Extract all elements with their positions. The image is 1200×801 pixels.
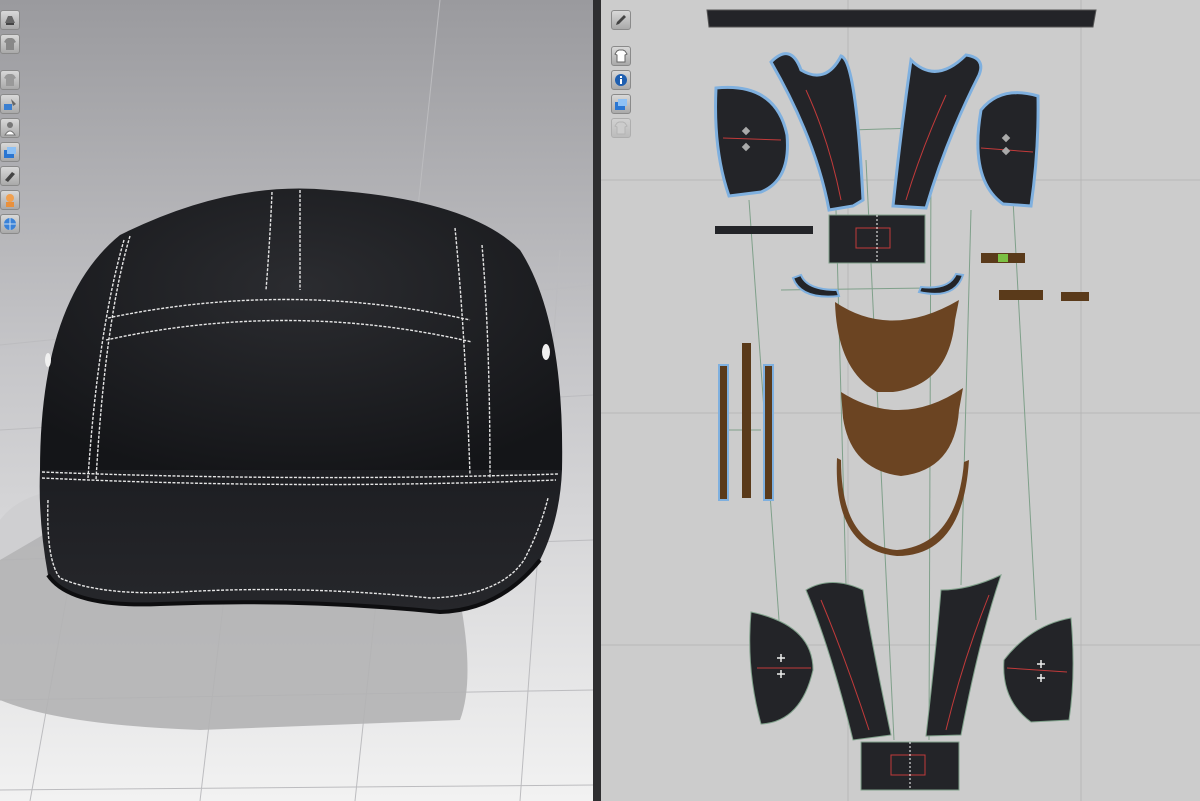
tab-piece[interactable]	[1061, 292, 1089, 301]
vertical-strip-piece[interactable]	[742, 343, 751, 498]
vertical-strip-piece[interactable]	[718, 364, 729, 501]
app-window	[0, 0, 1200, 801]
garment-display-icon[interactable]	[0, 10, 20, 30]
shirt-icon[interactable]	[611, 46, 631, 66]
strap-piece[interactable]	[715, 226, 813, 234]
fabric-view-icon[interactable]	[0, 142, 20, 162]
2d-pattern-viewport[interactable]	[601, 0, 1200, 801]
sweatband-piece[interactable]	[706, 9, 1097, 28]
info-icon[interactable]	[611, 70, 631, 90]
garment-disabled-icon	[611, 118, 631, 138]
texture-icon[interactable]	[0, 94, 20, 114]
vertical-strip-piece[interactable]	[763, 364, 774, 501]
shirt-icon[interactable]	[0, 34, 20, 54]
globe-icon[interactable]	[0, 214, 20, 234]
avatar-display-icon[interactable]	[0, 70, 20, 90]
skin-icon[interactable]	[0, 190, 20, 210]
avatar-pose-icon[interactable]	[0, 118, 20, 138]
3d-viewport[interactable]	[0, 0, 593, 801]
tab-piece[interactable]	[999, 290, 1043, 300]
2d-pattern-scene	[601, 0, 1200, 801]
2d-toolbar	[611, 10, 631, 138]
view-divider[interactable]	[593, 0, 601, 801]
3d-toolbar	[0, 10, 20, 234]
camera-icon[interactable]	[0, 166, 20, 186]
3d-scene	[0, 0, 593, 801]
pencil-icon[interactable]	[611, 10, 631, 30]
cap-model[interactable]	[39, 188, 563, 615]
fabric-view-icon[interactable]	[611, 94, 631, 114]
